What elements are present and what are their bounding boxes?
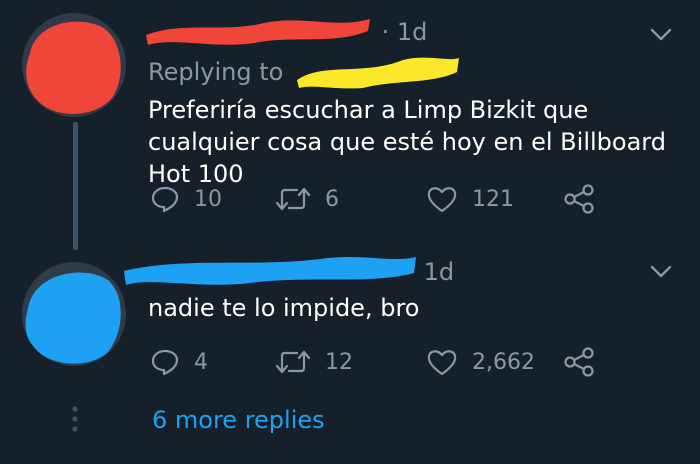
replying-to-label: Replying to — [148, 58, 284, 86]
like-count: 121 — [472, 186, 514, 212]
like-button[interactable]: 2,662 — [426, 346, 535, 378]
name-redaction-scribble — [146, 19, 370, 45]
avatar[interactable] — [22, 262, 126, 366]
retweet-button[interactable]: 12 — [275, 346, 353, 378]
like-count: 2,662 — [472, 349, 535, 375]
thread-dots-icon — [72, 406, 78, 432]
reply-count: 4 — [194, 349, 208, 375]
avatar-redaction — [25, 272, 121, 364]
thread-line — [73, 122, 78, 250]
share-button[interactable] — [563, 183, 595, 215]
avatar-redaction — [26, 21, 121, 114]
like-button[interactable]: 121 — [426, 183, 514, 215]
tweet[interactable]: 1d nadie te lo impide, bro 4 12 2,662 — [0, 240, 700, 390]
name-redaction-scribble — [124, 257, 416, 285]
tweet-header: 1d — [120, 257, 455, 287]
tweet-text: nadie te lo impide, bro — [148, 294, 420, 322]
replying-to-handle-redacted[interactable] — [291, 57, 459, 89]
tweet-header: · 1d — [146, 18, 428, 47]
share-button[interactable] — [563, 346, 595, 378]
author-name-redacted[interactable] — [146, 19, 370, 47]
author-name-redacted[interactable] — [120, 257, 416, 287]
like-icon — [427, 187, 457, 213]
retweet-icon — [275, 350, 311, 374]
replying-to: Replying to — [148, 57, 459, 89]
retweet-count: 12 — [325, 349, 353, 375]
tweet-timestamp[interactable]: 1d — [424, 258, 455, 286]
reply-icon — [151, 349, 179, 376]
reply-count: 10 — [194, 186, 222, 212]
reply-button[interactable]: 10 — [150, 183, 222, 215]
more-replies-link[interactable]: 6 more replies — [152, 406, 325, 434]
share-icon — [564, 347, 594, 377]
tweet[interactable]: · 1d Replying to Preferiría escuchar a L… — [0, 0, 700, 250]
share-icon — [564, 184, 594, 214]
handle-redaction-scribble — [296, 57, 459, 89]
retweet-count: 6 — [325, 186, 339, 212]
reply-icon — [151, 186, 179, 213]
reply-button[interactable]: 4 — [150, 346, 208, 378]
avatar[interactable] — [22, 13, 126, 117]
chevron-down-icon[interactable] — [650, 28, 672, 42]
tweet-actions: 10 6 121 — [150, 183, 610, 215]
tweet-actions: 4 12 2,662 — [150, 346, 610, 378]
retweet-icon — [275, 187, 311, 211]
chevron-down-icon[interactable] — [650, 265, 672, 279]
tweet-timestamp[interactable]: · 1d — [382, 18, 428, 46]
retweet-button[interactable]: 6 — [275, 183, 339, 215]
like-icon — [427, 350, 457, 376]
tweet-text: Preferiría escuchar a Limp Bizkit que cu… — [148, 96, 666, 188]
